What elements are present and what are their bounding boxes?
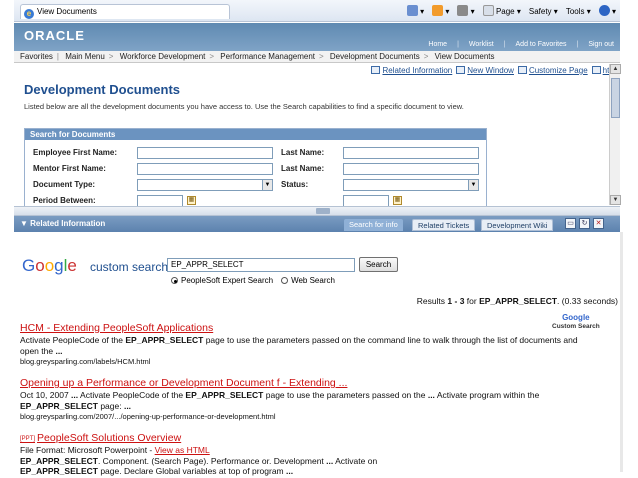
document-type-label: Document Type: — [33, 180, 96, 189]
tab-related-tickets[interactable]: Related Tickets — [412, 219, 476, 231]
ppt-tag: [PPT] — [20, 436, 36, 442]
scroll-up-icon[interactable]: ▲ — [610, 64, 621, 74]
custom-search-label: custom search — [90, 260, 169, 274]
page-title: Development Documents — [24, 82, 181, 97]
employee-first-name-input[interactable] — [137, 147, 273, 159]
close-icon[interactable]: ✕ — [593, 218, 604, 229]
search-result: Opening up a Performance or Development … — [20, 377, 590, 421]
http-icon — [591, 66, 601, 74]
search-result: [PPT] PeopleSoft Solutions Overview File … — [20, 432, 590, 477]
google-search-button[interactable]: Search — [359, 257, 398, 272]
result-title-link[interactable]: [PPT] PeopleSoft Solutions Overview — [20, 432, 590, 444]
employee-last-name-label: Last Name: — [281, 148, 325, 157]
help-icon[interactable]: ▾ — [598, 5, 616, 18]
results-summary: Results 1 - 3 for EP_APPR_SELECT. (0.33 … — [416, 296, 618, 306]
nav-favorites[interactable]: Favorites — [20, 52, 53, 61]
tools-menu[interactable]: Tools ▾ — [566, 5, 591, 18]
home-link[interactable]: Home — [428, 41, 447, 48]
result-snippet: Oct 10, 2007 ... Activate PeopleCode of … — [20, 390, 540, 411]
safety-menu[interactable]: Safety ▾ — [529, 5, 558, 18]
nav-view-documents[interactable]: View Documents — [435, 52, 495, 61]
employee-last-name-input[interactable] — [343, 147, 479, 159]
employee-first-name-label: Employee First Name: — [33, 148, 118, 157]
customize-icon — [517, 66, 527, 74]
sign-out-link[interactable]: Sign out — [588, 41, 614, 48]
tab-development-wiki[interactable]: Development Wiki — [481, 219, 554, 231]
triangle-down-icon: ▼ — [20, 219, 31, 228]
radio-selected-icon — [171, 277, 178, 284]
nav-development-documents[interactable]: Development Documents — [330, 52, 420, 61]
chevron-down-icon: ▼ — [262, 180, 272, 190]
search-documents-panel: Search for Documents Employee First Name… — [24, 128, 487, 208]
related-information-bar: ▼ Related Information Search for info Re… — [14, 216, 620, 232]
radio-empty-icon — [281, 277, 289, 284]
nav-main-menu[interactable]: Main Menu — [65, 52, 105, 61]
related-pane-controls: ▭ ↻ ✕ — [565, 218, 604, 229]
breadcrumb: Favorites | Main Menu > Workforce Developm… — [14, 51, 620, 63]
oracle-logo: ORACLE — [24, 28, 85, 43]
google-search-input[interactable]: EP_APPR_SELECT — [167, 258, 355, 272]
home-icon[interactable]: ▾ — [406, 5, 424, 18]
add-to-favorites-link[interactable]: Add to Favorites — [516, 41, 567, 48]
mentor-first-name-input[interactable] — [137, 163, 273, 175]
document-type-select[interactable]: ▼ — [137, 179, 273, 191]
browser-command-bar: ▾ ▾ ▾ Page ▾ Safety ▾ Tools ▾ ▾ — [406, 5, 616, 18]
mentor-last-name-label: Last Name: — [281, 164, 325, 173]
feeds-icon[interactable]: ▾ — [432, 5, 449, 18]
related-info-icon — [371, 66, 381, 74]
period-between-label: Period Between: — [33, 196, 96, 205]
search-panel-header: Search for Documents — [25, 129, 486, 140]
view-as-html-link[interactable]: View as HTML — [155, 445, 210, 455]
browser-toolbar: e View Documents ▾ ▾ ▾ Page ▾ Safety ▾ To… — [14, 0, 620, 22]
search-scope-radios: PeopleSoft Expert Search Web Search — [171, 276, 335, 285]
new-window-link[interactable]: New Window — [456, 66, 514, 75]
page-description: Listed below are all the development doc… — [24, 102, 464, 111]
refresh-icon[interactable]: ↻ — [579, 218, 590, 229]
new-window-icon — [456, 66, 466, 74]
status-select[interactable]: ▼ — [343, 179, 479, 191]
pane-splitter[interactable] — [14, 206, 620, 216]
radio-peoplesoft-expert[interactable]: PeopleSoft Expert Search — [171, 276, 273, 285]
print-icon[interactable]: ▾ — [457, 5, 475, 18]
browser-tab-title: View Documents — [37, 7, 97, 16]
page-links: Related Information New Window Customize… — [371, 66, 616, 75]
tab-search-for-info[interactable]: Search for info — [344, 219, 403, 231]
scrollbar-thumb[interactable] — [611, 78, 620, 118]
restore-icon[interactable]: ▭ — [565, 218, 576, 229]
lower-scrollbar[interactable] — [620, 232, 623, 472]
splitter-handle[interactable] — [316, 208, 330, 214]
result-snippet: File Format: Microsoft Powerpoint - View… — [20, 445, 378, 476]
result-url: blog.greysparling.com/labels/HCM.html — [20, 357, 151, 366]
result-snippet: Activate PeopleCode of the EP_APPR_SELEC… — [20, 335, 578, 356]
calendar-icon[interactable]: ▦ — [393, 196, 402, 205]
oracle-header: ORACLE Home | Worklist | Add to Favorites |… — [14, 23, 620, 51]
google-logo: Google — [22, 256, 77, 275]
worklist-link[interactable]: Worklist — [469, 41, 494, 48]
result-title-link[interactable]: HCM - Extending PeopleSoft Applications — [20, 322, 590, 334]
radio-web-search[interactable]: Web Search — [281, 276, 335, 285]
scroll-down-icon[interactable]: ▼ — [610, 195, 621, 205]
nav-workforce-development[interactable]: Workforce Development — [120, 52, 206, 61]
calendar-icon[interactable]: ▦ — [187, 196, 196, 205]
chevron-down-icon: ▼ — [468, 180, 478, 190]
page-menu[interactable]: Page ▾ — [482, 5, 521, 18]
upper-scrollbar[interactable]: ▲ ▼ — [609, 64, 621, 205]
result-url: blog.greysparling.com/2007/.../opening-u… — [20, 412, 276, 421]
mentor-first-name-label: Mentor First Name: — [33, 164, 106, 173]
related-information-title[interactable]: ▼ Related Information — [20, 219, 105, 228]
search-result: HCM - Extending PeopleSoft Applications … — [20, 322, 590, 366]
result-title-link[interactable]: Opening up a Performance or Development … — [20, 377, 590, 389]
ie-icon: e — [24, 9, 34, 19]
status-label: Status: — [281, 180, 309, 189]
mentor-last-name-input[interactable] — [343, 163, 479, 175]
nav-performance-management[interactable]: Performance Management — [220, 52, 315, 61]
customize-page-link[interactable]: Customize Page — [517, 66, 588, 75]
header-links: Home | Worklist | Add to Favorites | Sign o… — [428, 41, 614, 48]
browser-tab[interactable]: e View Documents — [20, 4, 230, 19]
related-information-link[interactable]: Related Information — [371, 66, 452, 75]
